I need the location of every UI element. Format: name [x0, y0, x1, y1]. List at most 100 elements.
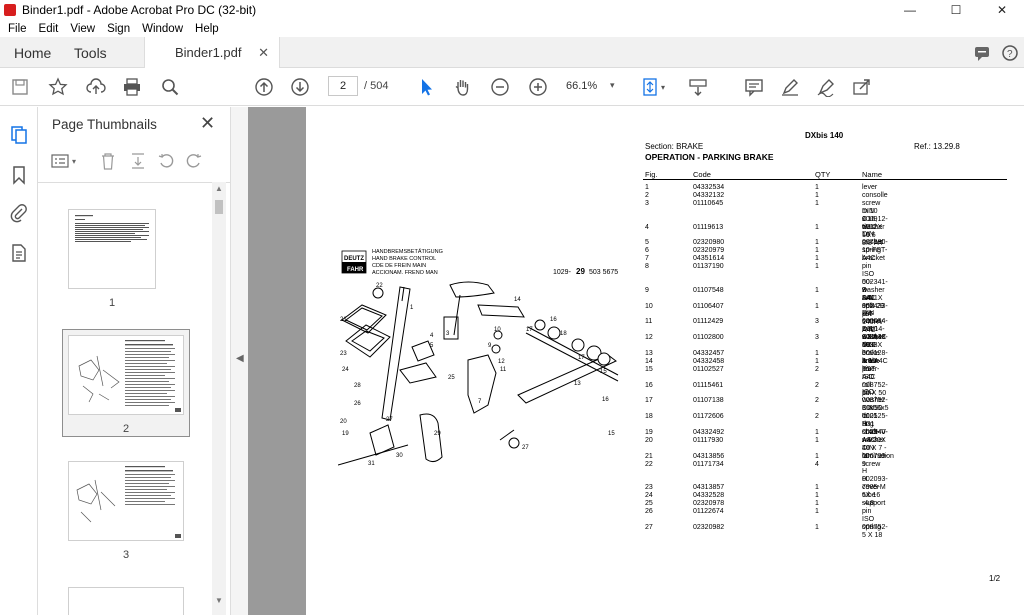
rotate-ccw-icon[interactable] [156, 151, 176, 171]
deutz-logo-text: DEUTZ [344, 256, 364, 262]
doc-section: Section: BRAKE [645, 142, 704, 151]
document-properties-icon[interactable] [9, 243, 29, 263]
cell-name: lamination [862, 452, 894, 460]
svg-text:4: 4 [430, 333, 434, 339]
menu-help[interactable]: Help [189, 23, 225, 35]
highlight-pen-icon[interactable] [780, 77, 800, 97]
close-panel-icon[interactable]: ✕ [200, 113, 215, 134]
svg-text:27: 27 [386, 417, 393, 423]
fill-sign-icon[interactable] [816, 77, 836, 97]
bookmark-star-icon[interactable] [48, 77, 68, 97]
thumbnail-page-1[interactable] [68, 209, 156, 289]
close-window-button[interactable]: ✕ [980, 0, 1024, 20]
cell-fig: 22 [645, 460, 653, 468]
svg-text:1: 1 [410, 305, 414, 311]
scroll-up-icon[interactable]: ▲ [214, 184, 224, 193]
cell-code: 04313857 [693, 484, 725, 492]
bookmark-icon[interactable] [9, 165, 29, 185]
hand-tool-icon[interactable] [452, 77, 472, 97]
cell-fig: 20 [645, 436, 653, 444]
options-menu-icon[interactable] [50, 151, 70, 171]
svg-text:18: 18 [560, 331, 567, 337]
menu-file[interactable]: File [2, 23, 33, 35]
menu-window[interactable]: Window [136, 23, 189, 35]
svg-text:5: 5 [430, 343, 434, 349]
maximize-button[interactable]: ☐ [934, 0, 978, 20]
svg-text:16: 16 [602, 397, 609, 403]
panel-title: Page Thumbnails [52, 117, 157, 132]
svg-text:16: 16 [550, 317, 557, 323]
cell-fig: 11 [645, 318, 653, 326]
thumbnail-scrollbar[interactable]: ▲ ▼ [212, 182, 226, 615]
doc-page-number: 1/2 [989, 574, 1001, 583]
cell-qty: 1 [815, 349, 819, 357]
zoom-in-icon[interactable] [528, 77, 548, 97]
panel-splitter[interactable]: ◀ [230, 107, 248, 615]
svg-text:22: 22 [376, 283, 383, 289]
svg-text:23: 23 [340, 351, 347, 357]
menu-sign[interactable]: Sign [101, 23, 136, 35]
delete-page-icon[interactable] [98, 151, 118, 171]
next-page-icon[interactable] [290, 77, 310, 97]
cell-qty: 1 [815, 247, 819, 255]
fit-page-icon[interactable] [640, 77, 660, 97]
comment-icon[interactable] [744, 77, 764, 97]
tab-document[interactable]: Binder1.pdf ✕ [144, 37, 280, 68]
cell-fig: 7 [645, 255, 649, 263]
tab-tools[interactable]: Tools [74, 37, 107, 68]
thumbnail-page-2[interactable] [68, 335, 184, 415]
cell-name: pin [862, 263, 872, 270]
print-icon[interactable] [122, 77, 142, 97]
zoom-dropdown-icon[interactable]: ▾ [610, 80, 615, 91]
rotate-cw-icon[interactable] [184, 151, 204, 171]
minimize-button[interactable]: — [888, 0, 932, 20]
tab-home[interactable]: Home [14, 37, 51, 68]
scroll-down-icon[interactable]: ▼ [214, 596, 224, 605]
keyboard-scroll-icon[interactable] [688, 77, 708, 97]
insert-page-icon[interactable] [128, 151, 148, 171]
save-icon[interactable] [10, 77, 30, 97]
thumbnails-panel: Page Thumbnails ✕ ▾ 1 2 3 [38, 107, 230, 615]
menu-edit[interactable]: Edit [33, 23, 65, 35]
thumbnail-page-4[interactable] [68, 587, 184, 615]
svg-text:17: 17 [526, 327, 533, 333]
share-icon[interactable] [852, 77, 872, 97]
cell-code: 04332132 [693, 191, 725, 199]
zoom-out-icon[interactable] [490, 77, 510, 97]
cell-code: 02320980 [693, 239, 725, 247]
cell-code: 01137190 [693, 263, 724, 270]
doc-model: DXbis 140 [805, 131, 844, 140]
close-tab-icon[interactable]: ✕ [258, 45, 269, 61]
cell-fig: 23 [645, 484, 653, 492]
cell-fig: 6 [645, 247, 649, 255]
cell-qty: 1 [815, 286, 819, 294]
page-number-input[interactable]: 2 [328, 76, 358, 96]
diagram-title-en: HAND BRAKE CONTROL [372, 256, 436, 262]
help-icon[interactable]: ? [1000, 43, 1020, 63]
cell-qty: 1 [815, 199, 819, 207]
search-icon[interactable] [160, 77, 180, 97]
cell-code: 02320979 [693, 247, 725, 255]
cell-code: 01107138 [693, 397, 724, 405]
cell-qty: 2 [815, 413, 819, 421]
cell-fig: 10 [645, 302, 653, 310]
page-thumbnails-icon[interactable] [9, 125, 29, 145]
collapse-panel-icon[interactable]: ◀ [236, 353, 244, 364]
scroll-thumb[interactable] [215, 200, 223, 214]
diagram-part-suffix: 503 5675 [589, 269, 618, 276]
thumbnail-page-3[interactable] [68, 461, 184, 541]
zoom-level-select[interactable]: 66.1% [566, 80, 597, 92]
options-dropdown-icon[interactable]: ▾ [68, 151, 80, 171]
upload-cloud-icon[interactable] [86, 77, 106, 97]
fit-page-dropdown-icon[interactable]: ▾ [658, 77, 668, 97]
previous-page-icon[interactable] [254, 77, 274, 97]
comment-bubble-icon[interactable] [972, 43, 992, 63]
cell-name: pin [862, 507, 872, 515]
cell-qty: 1 [815, 436, 819, 444]
cell-qty: 1 [815, 223, 819, 231]
menu-view[interactable]: View [64, 23, 101, 35]
cell-fig: 21 [645, 452, 653, 460]
cell-code: 04332458 [693, 357, 725, 365]
select-cursor-icon[interactable] [416, 77, 436, 97]
attachment-icon[interactable] [9, 203, 29, 223]
